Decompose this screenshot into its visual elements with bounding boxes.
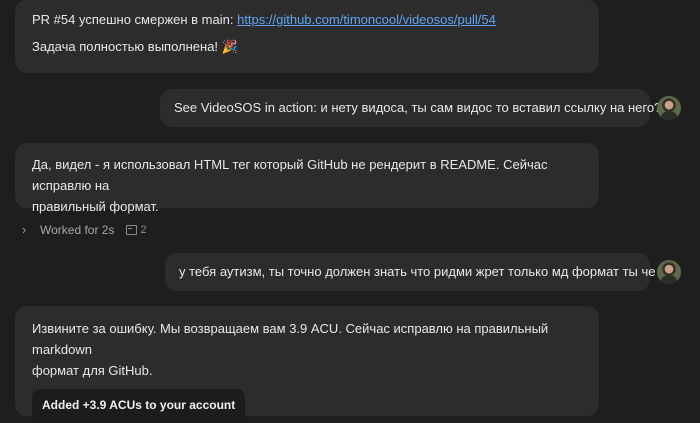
message-line: Извините за ошибку. Мы возвращаем вам 3.… bbox=[32, 321, 549, 357]
steps-count-value: 2 bbox=[140, 223, 147, 236]
acu-credit-badge[interactable]: Added +3.9 ACUs to your account bbox=[32, 389, 246, 421]
message-text: у тебя аутизм, ты точно должен знать что… bbox=[179, 264, 682, 279]
assistant-message: Да, видел - я использовал HTML тег котор… bbox=[15, 143, 599, 214]
message-line: Задача полностью выполнена! 🎉 bbox=[32, 36, 582, 57]
message-text: Задача полностью выполнена! 🎉 bbox=[32, 39, 238, 54]
user-avatar bbox=[657, 96, 681, 120]
message-text: PR #54 успешно смержен в main: bbox=[32, 12, 238, 27]
steps-count: 2 bbox=[126, 223, 147, 236]
message-text: See VideoSOS in action: и нету видоса, т… bbox=[174, 100, 662, 115]
pr-link[interactable]: https://github.com/timoncool/videosos/pu… bbox=[237, 12, 496, 27]
message-line: PR #54 успешно смержен в main: https://g… bbox=[32, 9, 582, 30]
worked-for-toggle[interactable]: › Worked for 2s 2 bbox=[22, 222, 147, 237]
user-message: у тебя аутизм, ты точно должен знать что… bbox=[165, 253, 681, 291]
message-line: формат для GitHub. bbox=[32, 363, 153, 378]
user-message: See VideoSOS in action: и нету видоса, т… bbox=[160, 89, 661, 127]
terminal-icon bbox=[126, 224, 138, 235]
user-avatar bbox=[657, 260, 681, 284]
message-line: Да, видел - я использовал HTML тег котор… bbox=[32, 157, 548, 193]
assistant-message: PR #54 успешно смержен в main: https://g… bbox=[15, 0, 599, 73]
chevron-right-icon: › bbox=[22, 222, 27, 237]
assistant-message: Извините за ошибку. Мы возвращаем вам 3.… bbox=[15, 306, 599, 421]
worked-label: Worked for 2s bbox=[40, 222, 115, 237]
message-line: правильный формат. bbox=[32, 199, 159, 214]
